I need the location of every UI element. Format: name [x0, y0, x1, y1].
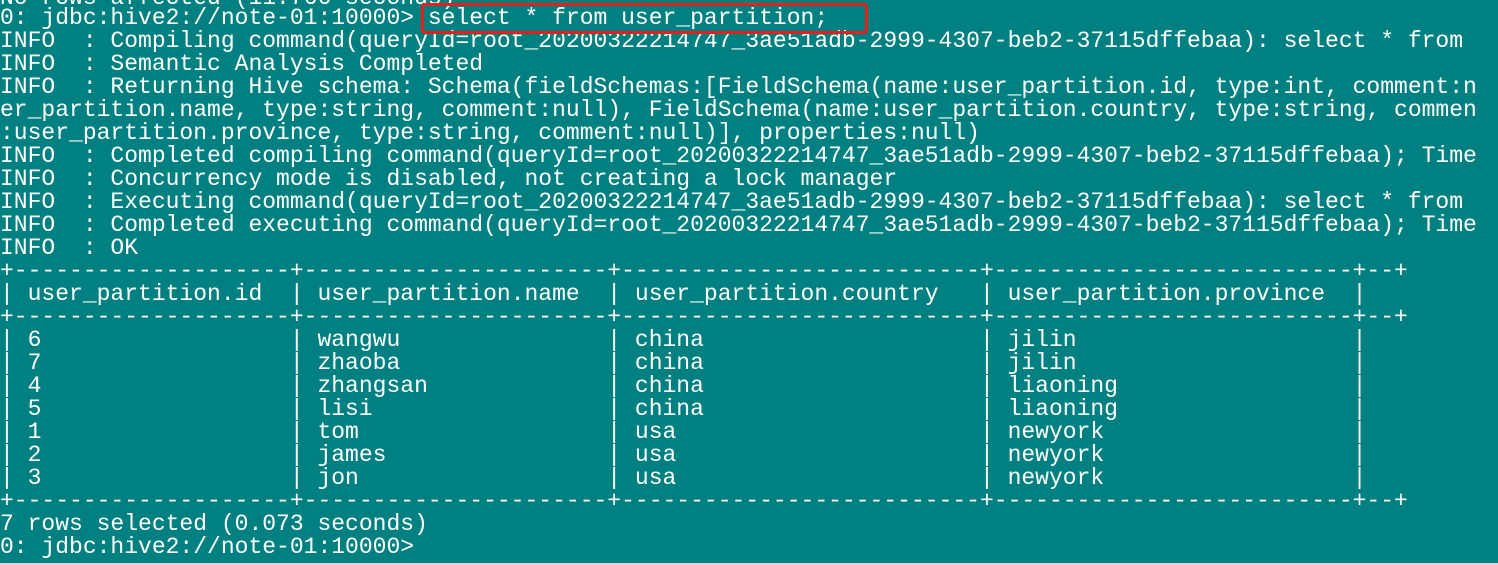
- terminal-line-log: er_partition.name, type:string, comment:…: [0, 97, 1477, 123]
- terminal-line-log: :user_partition.province, type:string, c…: [0, 120, 980, 146]
- table-row: | 2 | james | usa | newyork |: [0, 442, 1367, 468]
- terminal-line-log: INFO : Concurrency mode is disabled, not…: [0, 166, 898, 192]
- table-row: | 6 | wangwu | china | jilin |: [0, 327, 1367, 353]
- table-row: | 3 | jon | usa | newyork |: [0, 465, 1367, 491]
- table-border: +--------------------+------------------…: [0, 258, 1408, 284]
- table-header-row: | user_partition.id | user_partition.nam…: [0, 281, 1367, 307]
- table-row: | 4 | zhangsan | china | liaoning |: [0, 373, 1367, 399]
- table-row: | 1 | tom | usa | newyork |: [0, 419, 1367, 445]
- rows-selected-status: 7 rows selected (0.073 seconds): [0, 511, 428, 537]
- table-border: +--------------------+------------------…: [0, 304, 1408, 330]
- terminal-line-log: INFO : OK: [0, 235, 139, 261]
- terminal-prompt[interactable]: 0: jdbc:hive2://note-01:10000>: [0, 536, 414, 559]
- terminal-line-log: INFO : Returning Hive schema: Schema(fie…: [0, 74, 1477, 100]
- table-row: | 7 | zhaoba | china | jilin |: [0, 350, 1367, 376]
- table-row: | 5 | lisi | china | liaoning |: [0, 396, 1367, 422]
- command-highlight-box: [421, 3, 868, 34]
- table-border: +--------------------+------------------…: [0, 488, 1408, 514]
- terminal-window[interactable]: No rows affected (11.766 seconds) 0: jdb…: [0, 0, 1498, 563]
- terminal-line-log: INFO : Executing command(queryId=root_20…: [0, 189, 1464, 215]
- terminal-line-log: INFO : Semantic Analysis Completed: [0, 51, 484, 77]
- terminal-line-log: INFO : Completed compiling command(query…: [0, 143, 1477, 169]
- terminal-line-log: INFO : Completed executing command(query…: [0, 212, 1477, 238]
